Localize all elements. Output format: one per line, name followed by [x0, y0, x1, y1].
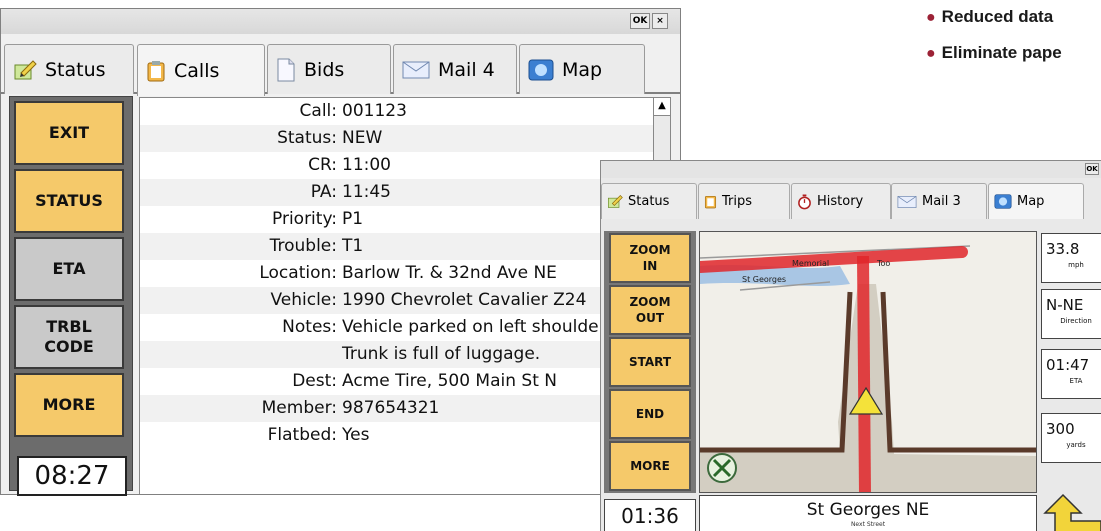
compass-icon[interactable] [707, 453, 737, 483]
detail-row: Call: 001123 [140, 98, 653, 125]
call-detail-list: Call: 001123 Status: NEW CR: 11:00 PA: 11:45 Pri… [139, 97, 654, 494]
globe-icon [994, 194, 1012, 209]
detail-value: 001123 [342, 101, 407, 121]
tab-history[interactable]: History [791, 183, 891, 219]
detail-value: Barlow Tr. & 32nd Ave NE [342, 263, 557, 283]
detail-label: CR: [308, 155, 337, 175]
tab-calls[interactable]: Calls [137, 44, 265, 96]
direction-box: N-NE Direction [1041, 289, 1101, 339]
navigation-map[interactable]: Memorial Too St Georges [699, 231, 1037, 493]
exit-button[interactable]: EXIT [14, 101, 124, 165]
detail-label: PA: [310, 182, 337, 202]
window-title-bar: OK × [1, 9, 680, 34]
close-button[interactable]: × [652, 13, 668, 29]
detail-label: Member: [261, 398, 337, 418]
stopwatch-icon [797, 194, 812, 210]
calls-window: OK × Status Calls Bids Mail 4 Map EXIT S… [0, 8, 681, 495]
detail-label: Flatbed: [267, 425, 337, 445]
detail-row: Flatbed: Yes [140, 422, 653, 449]
status-pencil-icon [607, 194, 623, 209]
detail-value: Vehicle parked on left shoulde [342, 317, 599, 337]
detail-label: Vehicle: [270, 290, 337, 310]
detail-label: Notes: [282, 317, 337, 337]
detail-value: T1 [342, 236, 364, 256]
detail-value: P1 [342, 209, 364, 229]
start-button[interactable]: START [609, 337, 691, 387]
detail-value: 11:45 [342, 182, 391, 202]
clock: 08:27 [17, 456, 127, 496]
detail-label: Status: [277, 128, 337, 148]
status-pencil-icon [13, 59, 37, 81]
end-button[interactable]: END [609, 389, 691, 439]
detail-row: Vehicle: 1990 Chevrolet Cavalier Z24 [140, 287, 653, 314]
detail-row: Notes: Vehicle parked on left shoulde [140, 314, 653, 341]
distance-box: 300 yards [1041, 413, 1101, 463]
envelope-icon [402, 60, 430, 80]
detail-row: Priority: P1 [140, 206, 653, 233]
tab-status[interactable]: Status [601, 183, 697, 219]
road-label: Memorial [792, 259, 829, 268]
tab-bar: Status Calls Bids Mail 4 Map [1, 42, 680, 96]
clipboard-icon [146, 60, 166, 82]
detail-value: 987654321 [342, 398, 440, 418]
next-street-box: St Georges NE Next Street [699, 495, 1037, 531]
trouble-code-button[interactable]: TRBL CODE [14, 305, 124, 369]
detail-value: 11:00 [342, 155, 391, 175]
ok-button[interactable]: OK [1085, 163, 1099, 175]
tab-map[interactable]: Map [988, 183, 1084, 219]
detail-row: PA: 11:45 [140, 179, 653, 206]
turn-arrow-icon [1041, 491, 1101, 531]
next-street-label: Next Street [850, 521, 886, 528]
clock: 01:36 [604, 499, 696, 531]
tab-bids[interactable]: Bids [267, 44, 391, 94]
tab-mail[interactable]: Mail 3 [891, 183, 987, 219]
document-icon [276, 58, 296, 82]
detail-value: 1990 Chevrolet Cavalier Z24 [342, 290, 587, 310]
detail-row: CR: 11:00 [140, 152, 653, 179]
detail-label: Location: [259, 263, 337, 283]
action-button-column: EXIT STATUS ETA TRBL CODE MORE [9, 96, 133, 491]
detail-value: Yes [342, 425, 370, 445]
globe-icon [528, 59, 554, 81]
tab-trips[interactable]: Trips [698, 183, 790, 219]
tab-status[interactable]: Status [4, 44, 134, 94]
detail-row: Member: 987654321 [140, 395, 653, 422]
road-label: Too [876, 259, 890, 268]
detail-row: Location: Barlow Tr. & 32nd Ave NE [140, 260, 653, 287]
tab-bar: Status Trips History Mail 3 Map [601, 181, 1101, 219]
detail-label: Call: [299, 101, 337, 121]
status-button[interactable]: STATUS [14, 169, 124, 233]
zoom-in-button[interactable]: ZOOM IN [609, 233, 691, 283]
tab-mail[interactable]: Mail 4 [393, 44, 517, 94]
zoom-out-button[interactable]: ZOOM OUT [609, 285, 691, 335]
ok-button[interactable]: OK [630, 13, 650, 29]
detail-value: Acme Tire, 500 Main St N [342, 371, 557, 391]
detail-label: Trouble: [269, 236, 337, 256]
eta-button[interactable]: ETA [14, 237, 124, 301]
detail-row: Status: NEW [140, 125, 653, 152]
street-name: St Georges NE [806, 500, 930, 520]
tab-map[interactable]: Map [519, 44, 645, 94]
clipboard-icon [704, 194, 717, 209]
speed-box: 33.8 mph [1041, 233, 1101, 283]
detail-value: NEW [342, 128, 383, 148]
bullet-list: ● Reduced data ● Eliminate pape [926, 6, 1101, 78]
detail-label: Dest: [292, 371, 337, 391]
window-title-bar: OK [601, 161, 1101, 178]
more-button[interactable]: MORE [609, 441, 691, 491]
detail-row: Trunk is full of luggage. [140, 341, 653, 368]
map-window: OK Status Trips History Mail 3 Map ZOOM … [600, 160, 1101, 531]
more-button[interactable]: MORE [14, 373, 124, 437]
scroll-up-arrow-icon[interactable]: ▲ [654, 98, 670, 116]
route-line [857, 255, 871, 492]
detail-value: Trunk is full of luggage. [342, 344, 541, 364]
bullet-item: ● Reduced data [926, 7, 1054, 26]
detail-row: Trouble: T1 [140, 233, 653, 260]
road-label: St Georges [742, 275, 786, 284]
detail-label: Priority: [272, 209, 337, 229]
envelope-icon [897, 195, 917, 209]
eta-box: 01:47 ETA [1041, 349, 1101, 399]
bullet-item: ● Eliminate pape [926, 43, 1062, 62]
detail-row: Dest: Acme Tire, 500 Main St N [140, 368, 653, 395]
